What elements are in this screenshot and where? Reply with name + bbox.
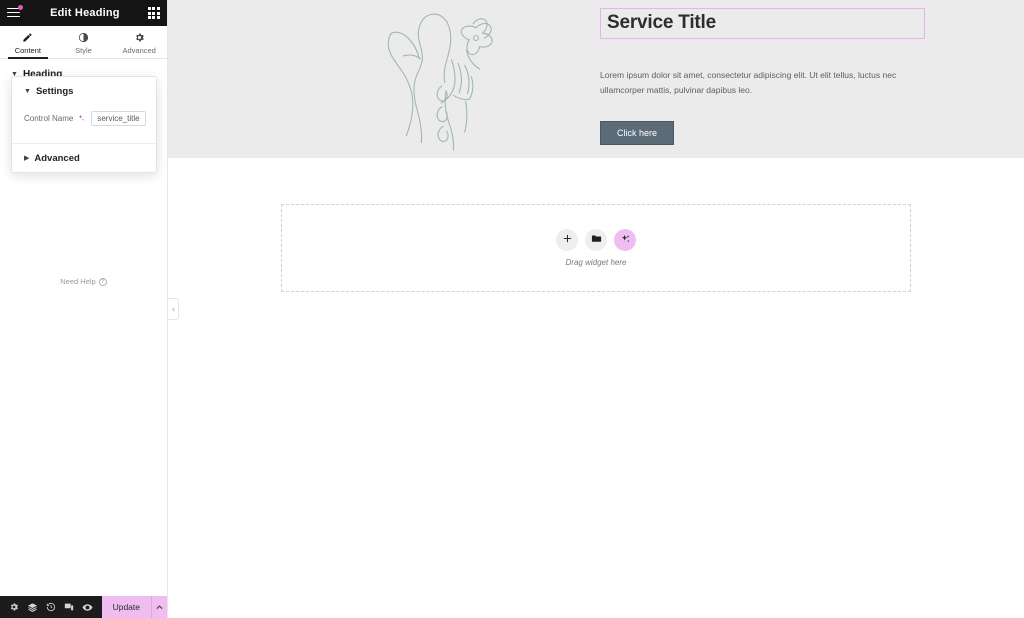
control-name-label: Control Name	[24, 113, 74, 123]
notification-dot	[18, 4, 23, 10]
editor-panel: Edit Heading Content Style Advanced ▼ He…	[0, 0, 168, 618]
tab-content[interactable]: Content	[0, 26, 56, 59]
control-name-field-row: Control Name service_title	[12, 105, 156, 143]
update-group: Update	[101, 596, 167, 618]
grid-apps-icon[interactable]	[147, 6, 160, 20]
tab-style[interactable]: Style	[56, 26, 112, 58]
tab-advanced-label: Advanced	[122, 45, 156, 55]
hamburger-menu-icon[interactable]	[7, 4, 23, 20]
tab-advanced[interactable]: Advanced	[111, 26, 167, 58]
panel-header: Edit Heading	[0, 0, 167, 26]
spa-woman-back-flower-line-art-icon	[363, 0, 523, 158]
chevron-up-icon[interactable]	[151, 596, 167, 618]
tab-content-label: Content	[14, 45, 41, 55]
editor-canvas: Service Title Lorem ipsum dolor sit amet…	[168, 0, 1024, 618]
update-button[interactable]: Update	[102, 596, 151, 618]
panel-tabs: Content Style Advanced	[0, 26, 167, 59]
control-settings-popover: ▼ Settings Control Name service_title ▶ …	[11, 76, 157, 173]
add-widget-button[interactable]	[556, 229, 578, 251]
question-circle-icon: ?	[98, 277, 107, 286]
heading-text: Service Title	[607, 12, 717, 33]
popover-settings-title: Settings	[35, 86, 74, 97]
popover-advanced-toggle[interactable]: ▶ Advanced	[12, 144, 156, 172]
panel-footer: Update	[0, 596, 167, 618]
eye-preview-icon[interactable]	[82, 602, 93, 613]
popover-settings-toggle[interactable]: ▼ Settings	[12, 77, 156, 105]
plus-icon	[562, 231, 573, 249]
settings-gear-icon[interactable]	[9, 602, 19, 612]
ai-sparkle-icon	[620, 231, 631, 249]
add-template-button[interactable]	[585, 229, 607, 251]
sparkle-icon	[77, 109, 85, 127]
footer-icon-group	[0, 596, 102, 618]
cta-button[interactable]: Click here	[600, 121, 675, 146]
contrast-circle-icon	[78, 32, 89, 43]
widget-dropzone[interactable]: Drag widget here	[281, 204, 911, 292]
elementor-editor: Edit Heading Content Style Advanced ▼ He…	[0, 0, 1024, 618]
responsive-devices-icon[interactable]	[64, 602, 74, 612]
layers-navigator-icon[interactable]	[27, 602, 38, 613]
history-clock-icon[interactable]	[46, 602, 56, 612]
need-help-link[interactable]: Need Help ?	[0, 277, 167, 286]
hero-content: Service Title Lorem ipsum dolor sit amet…	[600, 8, 925, 146]
heading-widget[interactable]: Service Title	[600, 8, 925, 39]
dropzone-buttons	[556, 229, 636, 251]
control-name-input[interactable]: service_title	[91, 110, 146, 126]
ai-generate-button[interactable]	[614, 229, 636, 251]
dropzone-label: Drag widget here	[565, 258, 627, 267]
pencil-icon	[22, 32, 33, 43]
hero-section: Service Title Lorem ipsum dolor sit amet…	[168, 0, 1024, 158]
folder-icon	[591, 231, 602, 249]
need-help-label: Need Help	[60, 277, 96, 286]
popover-advanced-title: Advanced	[34, 153, 80, 164]
chevron-right-icon: ▶	[24, 155, 30, 162]
chevron-down-icon: ▼	[24, 88, 31, 95]
page-title: Edit Heading	[50, 7, 120, 19]
tab-style-label: Style	[75, 45, 92, 55]
hero-paragraph: Lorem ipsum dolor sit amet, consectetur …	[600, 70, 897, 95]
panel-collapse-handle[interactable]	[168, 298, 179, 320]
panel-body: ▼ Heading Title Write with AI	[0, 59, 167, 596]
gear-icon	[134, 32, 145, 43]
